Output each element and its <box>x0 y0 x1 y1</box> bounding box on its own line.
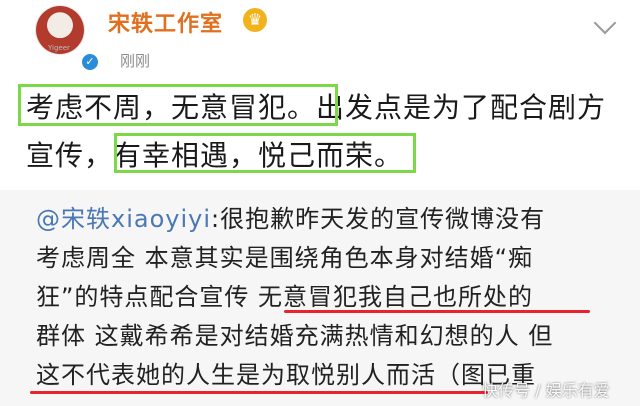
avatar-tag: Yigeer <box>48 44 70 52</box>
crown-icon: ♛ <box>243 8 267 32</box>
red-underline <box>30 391 488 394</box>
red-underline <box>284 310 590 313</box>
username[interactable]: 宋轶工作室 <box>108 6 223 38</box>
quote-line-4: 群体 这戴希希是对结婚充满热情和幻想的人 但 <box>36 322 554 350</box>
highlight-box <box>18 84 338 126</box>
verified-icon: ✓ <box>80 52 100 72</box>
quote-line-1: @宋轶xiaoyiyi:很抱歉昨天发的宣传微博没有 <box>36 200 636 239</box>
highlight-box <box>114 133 416 173</box>
watermark: 快传号 / 娱乐有爱 <box>482 381 610 400</box>
chevron-down-icon[interactable] <box>593 11 617 35</box>
quote-line-2: 考虑周全 本意其实是围绕角色本身对结婚“痴 <box>36 244 534 272</box>
quoted-post-text: @宋轶xiaoyiyi:很抱歉昨天发的宣传微博没有 考虑周全 本意其实是围绕角色… <box>36 200 636 395</box>
weibo-post: Yigeer 宋轶工作室 ♛ ✓ 刚刚 考虑不周，无意冒犯。出发点是为了配合剧方… <box>0 0 640 406</box>
post-time: 刚刚 <box>120 52 151 70</box>
quote-line-1-text: :很抱歉昨天发的宣传微博没有 <box>211 205 546 233</box>
quote-handle-link[interactable]: @宋轶xiaoyiyi <box>36 205 211 233</box>
